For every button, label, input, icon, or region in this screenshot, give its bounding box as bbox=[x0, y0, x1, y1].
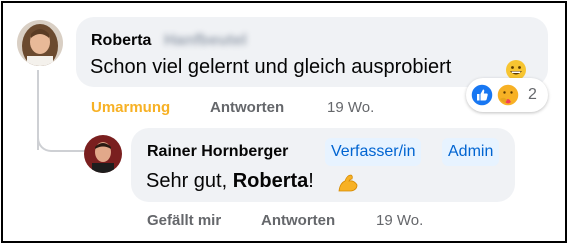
reply-button[interactable]: Antworten bbox=[261, 212, 335, 229]
flexed-biceps-icon bbox=[336, 171, 360, 200]
avatar-rainer-hornberger[interactable] bbox=[84, 135, 122, 173]
avatar-roberta[interactable] bbox=[17, 20, 63, 66]
like-reaction-icon bbox=[470, 83, 494, 112]
reactions-summary[interactable]: 2 bbox=[466, 78, 548, 112]
reaction-count: 2 bbox=[528, 86, 537, 103]
thread-connector bbox=[37, 130, 85, 152]
redacted-surname: Hanfbeutel bbox=[164, 32, 247, 49]
reply-text-prefix: Sehr gut, bbox=[146, 170, 233, 192]
reaction-hug-button[interactable]: Umarmung bbox=[91, 99, 170, 116]
mention-link[interactable]: Roberta bbox=[233, 170, 309, 192]
like-button[interactable]: Gefällt mir bbox=[147, 212, 221, 229]
author-badge: Verfasser/in bbox=[325, 138, 422, 166]
care-reaction-icon bbox=[496, 83, 520, 112]
reply-author[interactable]: Rainer Hornberger bbox=[147, 143, 288, 161]
reply-text: Sehr gut, Roberta! bbox=[146, 170, 314, 193]
admin-badge: Admin bbox=[442, 138, 500, 166]
reply-text-suffix: ! bbox=[308, 170, 314, 192]
comment-text: Schon viel gelernt und gleich ausprobier… bbox=[90, 56, 452, 78]
reply-button[interactable]: Antworten bbox=[210, 99, 284, 116]
comment-timestamp[interactable]: 19 Wo. bbox=[327, 99, 374, 116]
reply-timestamp[interactable]: 19 Wo. bbox=[376, 212, 423, 229]
comment-author[interactable]: Roberta bbox=[91, 32, 151, 50]
